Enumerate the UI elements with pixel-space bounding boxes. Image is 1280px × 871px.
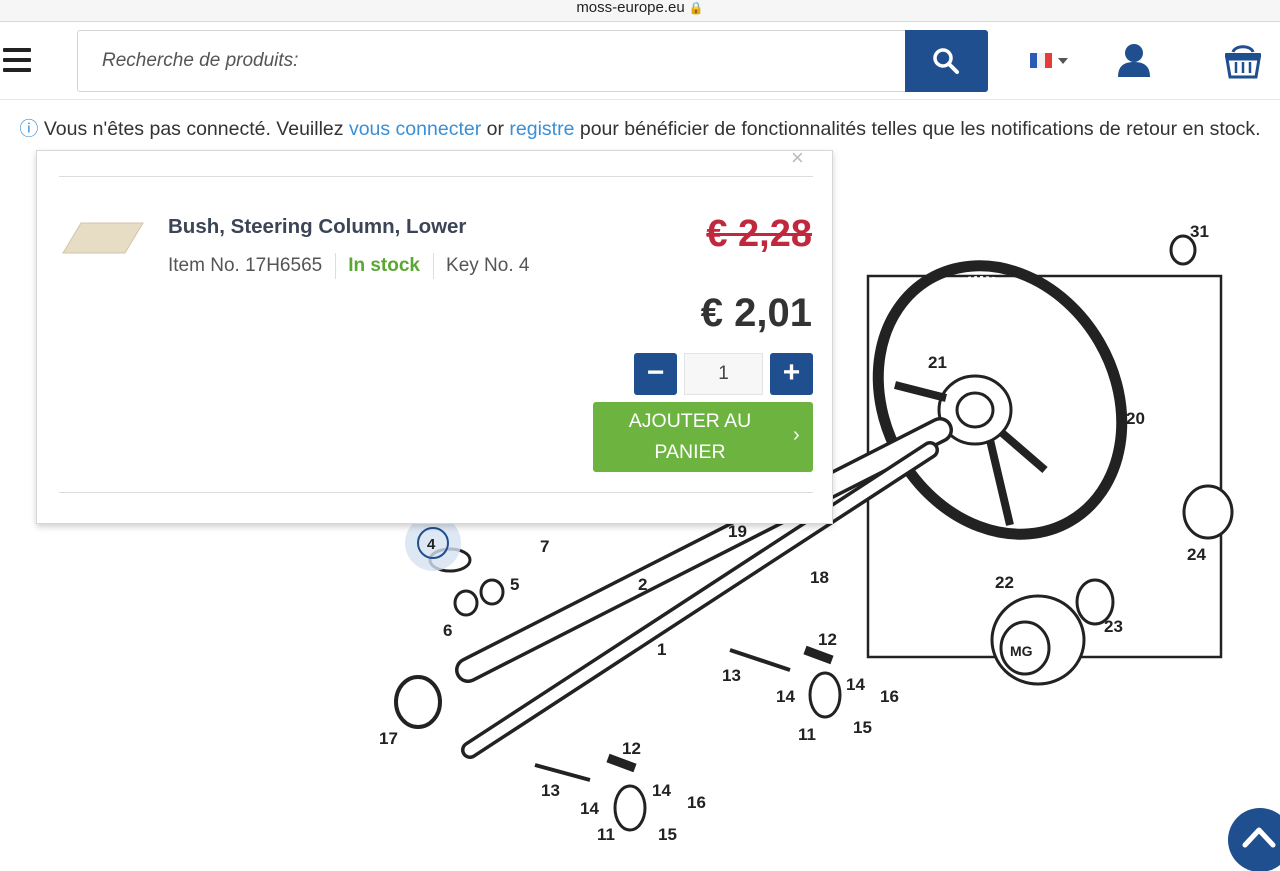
old-price: € 2,28 (706, 213, 812, 255)
hamburger-menu-icon[interactable] (3, 48, 31, 72)
search-icon (933, 48, 959, 74)
french-flag-icon[interactable] (1030, 53, 1052, 68)
chevron-up-icon (1242, 827, 1276, 848)
notice-text-before: Vous n'êtes pas connecté. Veuillez (43, 118, 344, 140)
svg-text:19: 19 (728, 522, 747, 541)
svg-text:7: 7 (540, 537, 549, 556)
svg-text:14: 14 (846, 675, 865, 694)
svg-text:16: 16 (687, 793, 706, 812)
svg-text:20: 20 (1126, 409, 1145, 428)
chevron-right-icon: › (793, 424, 800, 446)
popup-divider-bottom (59, 492, 813, 493)
current-price: € 2,01 (700, 291, 812, 335)
svg-text:15: 15 (658, 825, 677, 844)
add-to-cart-button[interactable]: AJOUTER AU PANIER › (593, 402, 813, 472)
svg-text:11: 11 (798, 725, 816, 744)
scroll-to-top-button[interactable] (1228, 808, 1280, 871)
notice-text-after: pour bénéficier de fonctionnalités telle… (579, 118, 1261, 140)
quantity-decrease-button[interactable]: − (634, 353, 677, 395)
product-popup: × Bush, Steering Column, Lower Item No. … (36, 147, 833, 524)
svg-text:12: 12 (818, 630, 837, 649)
register-link[interactable]: registre (509, 118, 574, 140)
svg-text:14: 14 (652, 781, 671, 800)
stock-status: In stock (348, 255, 421, 277)
svg-text:23: 23 (1104, 617, 1123, 636)
svg-text:17: 17 (380, 729, 398, 748)
notice-or: or (486, 118, 504, 140)
svg-text:MG: MG (1010, 643, 1033, 659)
info-icon: ⓘ (19, 119, 39, 140)
svg-text:24: 24 (1187, 545, 1206, 564)
svg-text:31: 31 (1190, 222, 1209, 241)
search-button[interactable] (905, 30, 988, 92)
browser-url-bar[interactable]: moss-europe.eu 🔒 (0, 0, 1280, 22)
url-text: moss-europe.eu (576, 0, 685, 16)
svg-text:18: 18 (810, 568, 829, 587)
svg-text:4: 4 (427, 536, 436, 553)
login-notice: ⓘ Vous n'êtes pas connecté. Veuillez vou… (0, 114, 1280, 141)
search-input[interactable] (78, 31, 906, 91)
language-dropdown-caret-icon[interactable] (1058, 58, 1068, 64)
lock-icon: 🔒 (688, 1, 704, 15)
svg-text:11: 11 (597, 825, 615, 844)
svg-text:1: 1 (657, 640, 666, 659)
svg-text:14: 14 (580, 799, 599, 818)
svg-text:22: 22 (995, 573, 1014, 592)
svg-text:15: 15 (853, 718, 872, 737)
svg-text:6: 6 (443, 621, 452, 640)
svg-text:5: 5 (510, 575, 519, 594)
svg-text:2: 2 (638, 575, 647, 594)
add-to-cart-label: AJOUTER AU PANIER (628, 410, 752, 463)
svg-text:21: 21 (928, 353, 947, 372)
login-link[interactable]: vous connecter (349, 118, 481, 140)
item-number: Item No. 17H6565 (168, 255, 323, 277)
product-title[interactable]: Bush, Steering Column, Lower (168, 215, 466, 239)
key-number: Key No. 4 (446, 255, 530, 277)
svg-text:16: 16 (880, 687, 899, 706)
product-thumbnail (62, 222, 144, 254)
close-icon[interactable]: × (791, 147, 804, 169)
svg-text:14: 14 (776, 687, 795, 706)
product-meta: Item No. 17H6565 In stock Key No. 4 (168, 253, 529, 279)
shopping-basket-icon[interactable] (1224, 42, 1262, 80)
svg-text:13: 13 (722, 666, 741, 685)
user-account-icon[interactable] (1116, 42, 1152, 78)
svg-text:13: 13 (541, 781, 560, 800)
site-header (0, 22, 1280, 100)
popup-divider-top (59, 176, 813, 177)
svg-text:12: 12 (622, 739, 641, 758)
search-bar (77, 30, 988, 92)
quantity-increase-button[interactable]: + (770, 353, 813, 395)
quantity-input[interactable] (684, 353, 763, 395)
